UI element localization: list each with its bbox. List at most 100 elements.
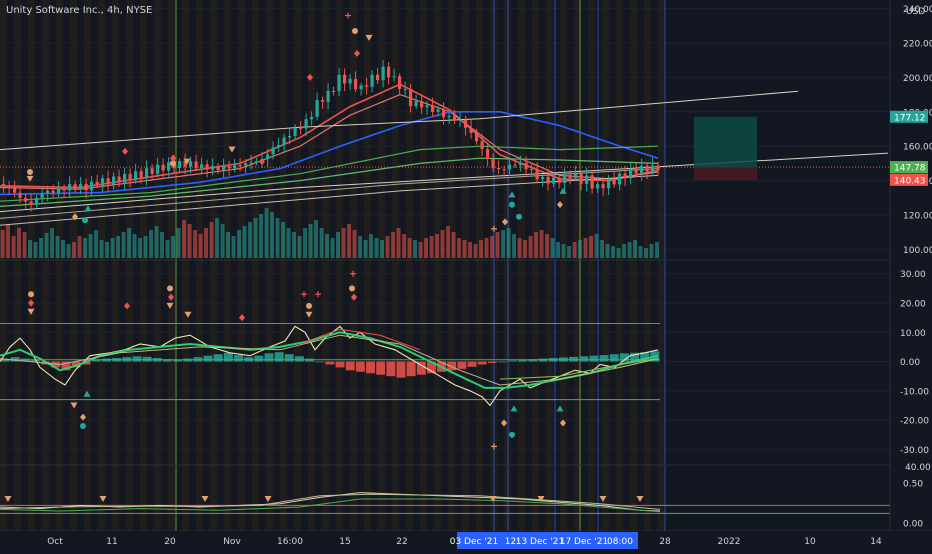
macd-axis-tick: 10.00 — [900, 329, 926, 339]
volume-bar — [506, 228, 511, 258]
macd-histogram-bar — [589, 355, 599, 362]
position-profit-zone — [694, 116, 757, 168]
candle-body — [128, 173, 132, 181]
volume-bar — [622, 244, 626, 258]
candle-body — [376, 74, 380, 81]
volume-bar — [325, 234, 329, 258]
volume-bar — [83, 238, 87, 258]
time-axis-label: 28 — [659, 537, 671, 547]
volume-bar — [413, 240, 417, 258]
volume-bar — [50, 228, 54, 258]
candle-body — [145, 168, 149, 178]
candle-body — [112, 176, 116, 185]
time-axis-highlight-label: 17 Dec '21 — [560, 537, 609, 547]
candle-body — [310, 116, 314, 120]
macd-histogram-bar — [132, 356, 142, 362]
candle-body — [321, 99, 325, 102]
volume-bar — [94, 230, 98, 258]
currency-label: USD — [906, 7, 925, 17]
volume-bar — [484, 238, 489, 258]
volume-bar — [66, 244, 71, 258]
volume-bar — [17, 228, 21, 258]
candle-body — [167, 162, 171, 171]
candle-body — [348, 78, 352, 84]
macd-histogram-bar — [264, 353, 274, 362]
candle-body — [161, 164, 165, 171]
macd-histogram-bar — [487, 361, 497, 363]
volume-bar — [451, 232, 456, 258]
candle-body — [189, 161, 193, 167]
marker-circle — [352, 27, 358, 34]
volume-bar — [132, 234, 137, 258]
macd-histogram-bar — [355, 361, 365, 372]
price-axis-tick: 100.00 — [903, 246, 932, 256]
candle-body — [266, 154, 270, 160]
candle-body — [409, 88, 413, 107]
macd-axis-tick: -20.00 — [900, 417, 929, 427]
macd-histogram-bar — [142, 356, 152, 362]
marker-circle — [509, 431, 515, 438]
volume-bar — [88, 234, 93, 258]
volume-bar — [391, 232, 395, 258]
symbol-title: Unity Software Inc., 4h, NYSE — [6, 5, 153, 16]
volume-bar — [358, 236, 362, 258]
candle-body — [607, 179, 611, 189]
volume-bar — [490, 236, 494, 258]
marker-circle — [82, 217, 88, 224]
macd-histogram-bar — [386, 361, 396, 377]
volume-bar — [275, 218, 280, 258]
volume-bar — [457, 238, 461, 258]
volume-bar — [110, 238, 115, 258]
macd-axis-tick: -30.00 — [900, 446, 929, 456]
candle-body — [645, 165, 649, 172]
time-axis-label: 2022 — [718, 537, 741, 547]
candle-body — [370, 74, 374, 87]
candle-body — [530, 169, 534, 171]
candle-body — [255, 161, 259, 163]
candle-body — [546, 176, 550, 184]
volume-bar — [611, 246, 615, 258]
volume-bar — [589, 236, 593, 258]
macd-axis-tick: 0.00 — [900, 358, 920, 368]
candle-body — [552, 177, 556, 184]
volume-bar — [396, 228, 401, 258]
volume-bar — [539, 230, 544, 258]
candle-body — [35, 197, 39, 205]
candle-body — [337, 74, 341, 92]
candle-body — [656, 165, 660, 171]
session-shade — [294, 0, 301, 531]
session-shade — [448, 0, 455, 531]
session-shade — [224, 0, 231, 531]
candle-body — [475, 132, 479, 142]
marker-circle — [80, 422, 86, 429]
candle-body — [156, 164, 160, 174]
volume-bar — [517, 238, 522, 258]
volume-bar — [99, 240, 104, 258]
session-shade — [434, 0, 441, 531]
macd-axis-tick: 30.00 — [900, 270, 926, 280]
candle-body — [420, 100, 424, 108]
candle-body — [332, 90, 336, 92]
candle-body — [634, 168, 638, 174]
candle-body — [24, 197, 28, 202]
volume-bar — [528, 236, 533, 258]
time-axis-label: 14 — [870, 537, 882, 547]
volume-bar — [182, 220, 186, 258]
chart-window[interactable]: 240.00220.00200.00180.00160.00140.00120.… — [0, 0, 932, 550]
candle-body — [73, 184, 77, 189]
time-axis-label: 22 — [396, 537, 407, 547]
volume-bar — [512, 234, 516, 258]
candle-body — [618, 173, 622, 185]
macd-histogram-bar — [447, 361, 457, 371]
session-shade — [658, 0, 665, 531]
candle-body — [123, 173, 127, 183]
candle-body — [464, 119, 468, 128]
chart-canvas[interactable]: 240.00220.00200.00180.00160.00140.00120.… — [0, 0, 932, 550]
session-shade — [644, 0, 651, 531]
candle-body — [57, 188, 61, 193]
session-shade — [238, 0, 245, 531]
candle-body — [414, 100, 418, 107]
volume-bar — [352, 230, 357, 258]
candle-body — [227, 166, 231, 169]
candle-body — [222, 166, 226, 171]
